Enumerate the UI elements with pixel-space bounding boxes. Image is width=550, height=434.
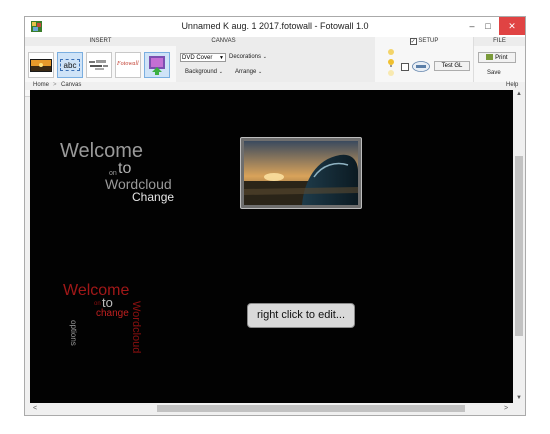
fotowall-tool-label: Fotowall [117, 61, 139, 67]
wordcloud-word: Welcome [60, 140, 143, 162]
close-button[interactable]: ✕ [499, 17, 525, 35]
scroll-left-icon[interactable]: < [33, 405, 37, 412]
opengl-logo-icon [412, 61, 430, 72]
chevron-down-icon: ▼ [219, 55, 224, 61]
app-window: Unnamed K aug. 1 2017.fotowall - Fotowal… [24, 16, 526, 416]
add-text-button[interactable]: abc [57, 52, 83, 78]
window-title: Unnamed K aug. 1 2017.fotowall - Fotowal… [181, 21, 369, 31]
wordcloud-icon [89, 60, 108, 70]
canvas-mode-value: DVD Cover [182, 55, 213, 61]
vertical-scrollbar[interactable]: ▲ ▼ [513, 90, 525, 403]
arrange-label: Arrange [235, 69, 257, 75]
canvas-header: CANVAS [176, 37, 271, 46]
lightbulb-icon[interactable] [386, 48, 396, 78]
test-gl-button[interactable]: Test GL [434, 61, 470, 71]
wordcloud-word: Wordcloud [105, 176, 172, 192]
arrange-menu[interactable]: Arrange ⌄ [235, 69, 262, 75]
wordcloud-word: options [69, 320, 78, 346]
caret-down-icon: ⌄ [258, 69, 263, 75]
caret-down-icon: ⌄ [262, 54, 267, 60]
canvas-area[interactable]: Welcome on to Wordcloud Change Welcome o… [30, 90, 513, 403]
scroll-right-icon[interactable]: > [504, 405, 508, 412]
background-menu[interactable]: Background ⌄ [185, 69, 223, 75]
horizontal-scroll-thumb[interactable] [157, 405, 465, 412]
webcam-icon [149, 56, 165, 75]
scroll-up-icon[interactable]: ▲ [516, 91, 522, 97]
caret-down-icon: ⌄ [218, 69, 223, 75]
print-label: Print [495, 55, 508, 61]
wave-photo [244, 141, 358, 205]
print-button[interactable]: Print [478, 52, 516, 63]
save-button[interactable]: Save [487, 70, 501, 76]
minimize-button[interactable]: – [465, 17, 479, 35]
photo-item[interactable] [240, 137, 362, 209]
right-click-edit-button[interactable]: right click to edit... [247, 303, 355, 328]
breadcrumb-canvas[interactable]: Canvas [61, 82, 81, 88]
add-wordcloud-button[interactable] [86, 52, 112, 78]
wordcloud-word: Wordcloud [130, 301, 142, 354]
maximize-button[interactable]: □ [481, 17, 495, 35]
add-fotowall-button[interactable]: Fotowall [115, 52, 141, 78]
picture-icon [30, 59, 52, 72]
file-header: FILE [474, 37, 525, 46]
add-webcam-button[interactable] [144, 52, 170, 78]
opengl-checkbox[interactable] [401, 63, 409, 71]
canvas-mode-select[interactable]: DVD Cover ▼ [180, 53, 226, 62]
horizontal-scrollbar[interactable]: < > [30, 403, 513, 415]
help-link[interactable]: Help [506, 82, 518, 88]
text-tool-label: abc [60, 59, 80, 71]
decorations-menu[interactable]: Decorations ⌄ [229, 54, 267, 60]
wordcloud-word: change [96, 308, 129, 319]
breadcrumb-home[interactable]: Home [33, 82, 49, 88]
insert-header: INSERT [25, 37, 176, 46]
wordcloud-word: to [118, 160, 132, 177]
setup-header-row: ✓ SETUP [375, 37, 473, 46]
add-picture-button[interactable] [28, 52, 54, 78]
printer-icon [486, 54, 494, 61]
decorations-label: Decorations [229, 54, 262, 60]
wordcloud-word: Change [132, 190, 175, 204]
setup-header: SETUP [418, 38, 439, 44]
wordcloud-word: on [94, 301, 101, 307]
wordcloud-word: Welcome [63, 282, 130, 299]
vertical-scroll-thumb[interactable] [515, 156, 523, 336]
background-label: Background [185, 69, 218, 75]
breadcrumb: Home > Canvas Help [25, 82, 525, 90]
setup-checkbox[interactable]: ✓ [409, 38, 417, 45]
scroll-down-icon[interactable]: ▼ [516, 395, 522, 401]
breadcrumb-separator: > [53, 82, 57, 88]
title-bar: Unnamed K aug. 1 2017.fotowall - Fotowal… [25, 17, 525, 37]
